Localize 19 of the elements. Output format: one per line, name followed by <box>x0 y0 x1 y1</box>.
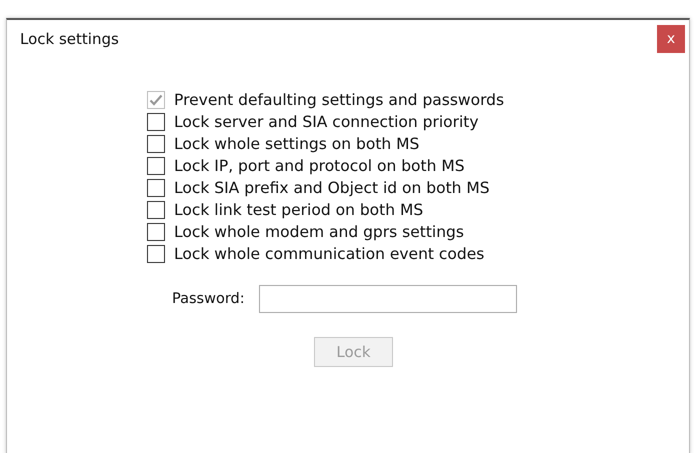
checkbox[interactable] <box>147 223 165 241</box>
checkbox-label: Lock whole modem and gprs settings <box>174 223 464 241</box>
checkbox-label: Prevent defaulting settings and passwords <box>174 91 504 109</box>
checkbox[interactable] <box>147 179 165 197</box>
password-field[interactable] <box>258 285 517 313</box>
checkbox-label: Lock link test period on both MS <box>174 201 424 219</box>
checkbox-label: Lock whole settings on both MS <box>174 135 420 153</box>
checkbox-label: Lock SIA prefix and Object id on both MS <box>174 179 490 197</box>
password-label: Password: <box>172 291 245 307</box>
checkbox[interactable] <box>147 135 165 153</box>
checkbox[interactable] <box>147 113 165 131</box>
close-button[interactable]: x <box>657 25 685 53</box>
checkbox-label: Lock whole communication event codes <box>174 245 484 263</box>
checkbox[interactable] <box>147 201 165 219</box>
window-title: Lock settings <box>20 30 119 48</box>
checkbox-label: Lock IP, port and protocol on both MS <box>174 157 465 175</box>
checkbox-label: Lock server and SIA connection priority <box>174 113 479 131</box>
checkbox[interactable] <box>147 245 165 263</box>
checkbox[interactable] <box>147 157 165 175</box>
